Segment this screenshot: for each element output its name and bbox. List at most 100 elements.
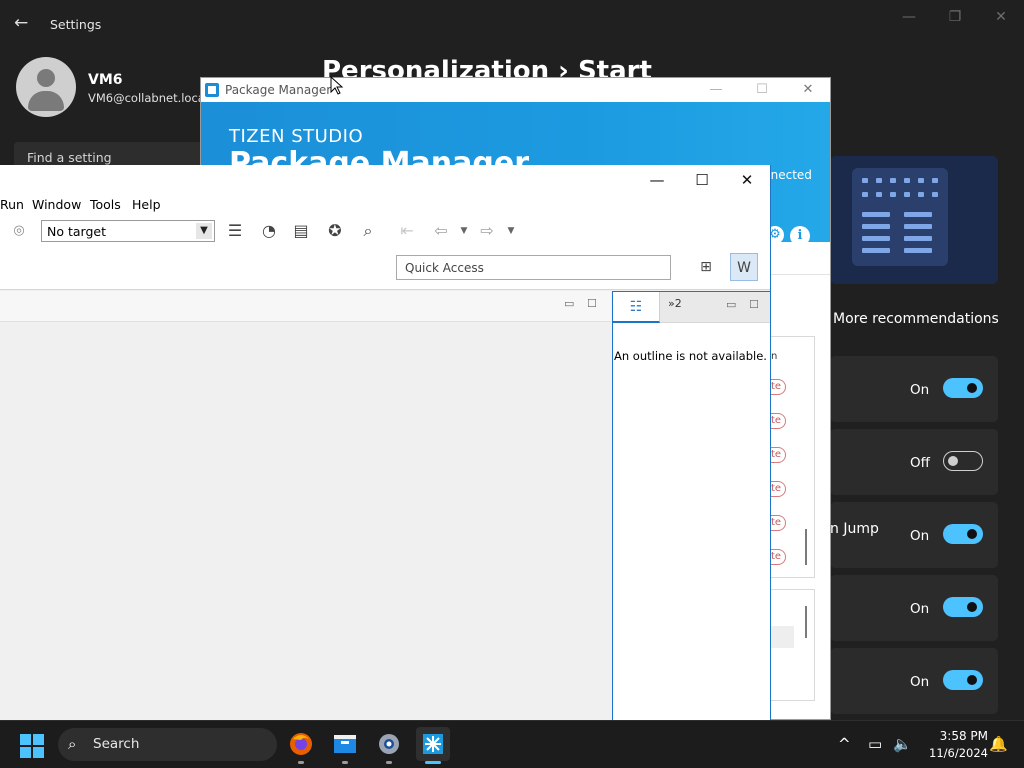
package-list: n te te te te te te (769, 336, 815, 578)
brand-label: TIZEN STUDIO (229, 126, 364, 147)
chevron-down-icon[interactable]: ▼ (453, 220, 475, 242)
tab-outline[interactable]: ☷ (613, 292, 660, 323)
mouse-cursor-icon (330, 76, 344, 95)
start-menu-preview (852, 168, 948, 266)
running-indicator (386, 761, 392, 764)
profiler-icon[interactable]: ◔ (258, 220, 280, 242)
close-icon[interactable]: ✕ (794, 80, 822, 100)
editor-header: ▭ ☐ (0, 291, 611, 322)
install-button[interactable]: te (770, 515, 786, 531)
package-manager-title: Package Manager (225, 83, 332, 97)
taskbar-search[interactable]: ⌕ Search (58, 728, 277, 761)
settings-row[interactable]: n Jump On (830, 502, 998, 568)
toggle-state: On (910, 382, 930, 398)
target-select[interactable]: No target ▼ (41, 220, 215, 242)
menu-help[interactable]: Help (132, 197, 161, 212)
outline-icon: ☷ (629, 299, 643, 315)
avatar-head-icon (37, 69, 55, 87)
back-arrow-icon[interactable]: ⇦ (430, 220, 452, 242)
toggle-switch[interactable] (943, 670, 983, 690)
maximize-icon[interactable]: ☐ (748, 80, 776, 100)
active-indicator (425, 761, 441, 764)
avatar (16, 57, 76, 117)
toggle-state: On (910, 674, 930, 690)
install-button[interactable]: te (770, 481, 786, 497)
menu-run[interactable]: Run (0, 197, 24, 212)
settings-row[interactable]: Off (830, 429, 998, 495)
install-button[interactable]: te (770, 447, 786, 463)
outline-message: An outline is not available. (614, 349, 767, 363)
launch-icon[interactable]: ◎ (8, 220, 30, 242)
maximize-icon[interactable]: ☐ (680, 169, 724, 191)
chevron-up-icon[interactable]: ^ (838, 735, 851, 753)
menu-tools[interactable]: Tools (90, 197, 121, 212)
taskbar: ⌕ Search ^ ▭ 🔈 3:58 PM 11/6/2024 🔔 (0, 720, 1024, 768)
tizen-studio-icon[interactable] (416, 727, 450, 761)
tab-overflow[interactable]: »2 (668, 297, 682, 310)
windows-start-icon[interactable] (20, 734, 44, 758)
maximize-icon[interactable]: ☐ (587, 297, 597, 310)
search-file-icon[interactable]: ⌕ (357, 220, 379, 242)
avatar-body-icon (28, 91, 64, 111)
toggle-switch[interactable] (943, 378, 983, 398)
toggle-state: Off (910, 455, 930, 471)
search-label: Search (93, 736, 140, 752)
open-perspective-icon[interactable]: ⊞ (692, 253, 720, 281)
quick-access-input[interactable]: Quick Access (396, 255, 671, 280)
toggle-switch[interactable] (943, 597, 983, 617)
menu-window[interactable]: Window (32, 197, 81, 212)
start-preview-image (830, 156, 998, 284)
notification-bell-icon[interactable]: 🔔 (989, 735, 1008, 753)
chevron-down-icon[interactable]: ▼ (196, 223, 212, 239)
scrollbar[interactable] (805, 606, 807, 638)
last-edit-icon[interactable]: ⇤ (396, 220, 418, 242)
archive-icon[interactable]: ▤ (290, 220, 312, 242)
toggle-switch[interactable] (943, 524, 983, 544)
settings-row[interactable]: On (830, 648, 998, 714)
clock-date[interactable]: 11/6/2024 (918, 746, 988, 760)
menu-bar: Run Window Tools Help (0, 193, 770, 217)
tizen-logo-icon (205, 83, 219, 97)
settings-gear-icon[interactable] (372, 727, 406, 761)
maximize-icon[interactable]: ☐ (749, 298, 759, 311)
volume-muted-icon[interactable]: 🔈 (893, 735, 912, 753)
minimize-icon[interactable]: — (702, 80, 730, 100)
list-icon[interactable]: ☰ (224, 220, 246, 242)
toggle-switch[interactable] (943, 451, 983, 471)
toggle-state: On (910, 601, 930, 617)
outline-tabs: ☷ »2 ▭ ☐ (613, 292, 770, 323)
clock-time[interactable]: 3:58 PM (928, 729, 988, 743)
settings-row[interactable]: On (830, 356, 998, 422)
running-indicator (298, 761, 304, 764)
back-arrow-icon[interactable]: ← (14, 13, 36, 35)
minimize-icon[interactable]: — (635, 169, 679, 191)
install-button[interactable]: te (770, 549, 786, 565)
settings-row[interactable]: On (830, 575, 998, 641)
scrollbar[interactable] (805, 529, 807, 565)
file-explorer-icon[interactable] (328, 727, 362, 761)
chevron-down-icon[interactable]: ▼ (500, 220, 522, 242)
editor-area: ▭ ☐ (0, 291, 611, 720)
web-perspective-icon[interactable]: W (730, 253, 758, 281)
install-button[interactable]: te (770, 379, 786, 395)
firefox-icon[interactable] (284, 727, 318, 761)
network-icon[interactable]: ▭ (868, 735, 882, 753)
minimize-icon[interactable]: ▭ (726, 298, 736, 311)
close-icon[interactable]: ✕ (725, 169, 769, 191)
minimize-icon[interactable]: ▭ (564, 297, 574, 310)
package-details (769, 589, 815, 701)
tizen-studio-titlebar[interactable]: — ☐ ✕ (0, 165, 770, 193)
running-indicator (342, 761, 348, 764)
forward-arrow-icon[interactable]: ⇨ (476, 220, 498, 242)
user-name: VM6 (88, 72, 123, 88)
outline-view: ☷ »2 ▭ ☐ An outline is not available. (612, 291, 770, 720)
quick-access-placeholder: Quick Access (405, 261, 484, 275)
install-button[interactable]: te (770, 413, 786, 429)
package-manager-titlebar[interactable]: Package Manager — ☐ ✕ (201, 78, 830, 102)
user-email: VM6@collabnet.loca (88, 91, 205, 105)
restore-icon[interactable]: ❐ (933, 6, 977, 28)
minimize-icon[interactable]: — (887, 6, 931, 28)
certificate-icon[interactable]: ✪ (324, 220, 346, 242)
close-icon[interactable]: ✕ (979, 6, 1023, 28)
target-select-value: No target (47, 224, 106, 239)
